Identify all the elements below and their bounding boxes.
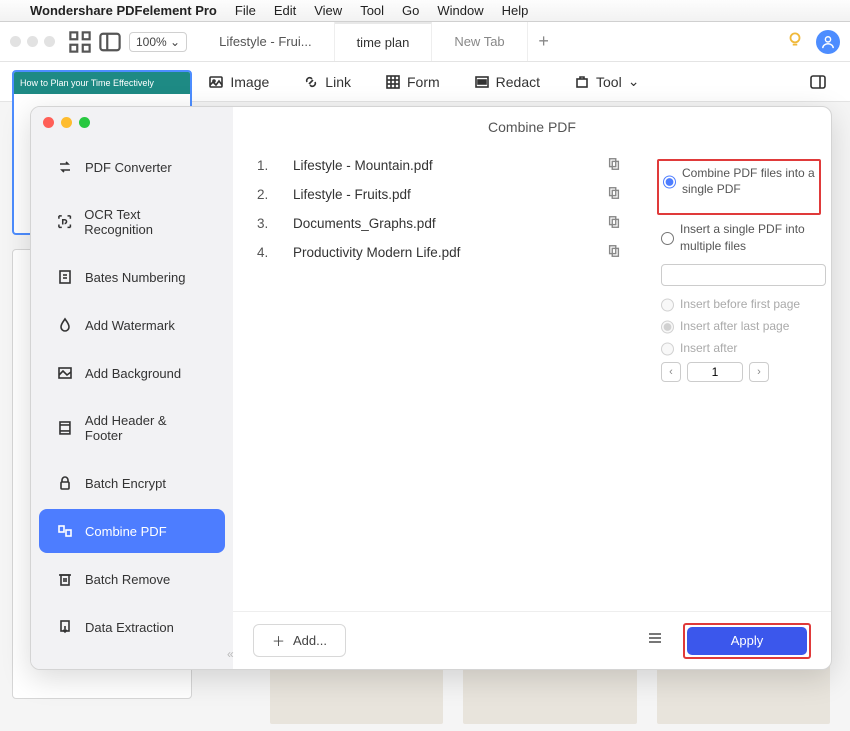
window-topbar: 100% ⌄ Lifestyle - Frui... time plan New…	[0, 22, 850, 62]
app-name[interactable]: Wondershare PDFelement Pro	[30, 3, 217, 18]
option-combine-single[interactable]: Combine PDF files into a single PDF	[663, 165, 815, 197]
extract-icon	[57, 619, 73, 635]
sidebar-item-batch-remove[interactable]: Batch Remove	[39, 557, 225, 601]
redact-tool[interactable]: Redact	[474, 74, 540, 90]
menu-file[interactable]: File	[235, 3, 256, 18]
sidebar-item-ocr[interactable]: OCR Text Recognition	[39, 193, 225, 251]
page-range-icon[interactable]	[607, 244, 627, 261]
file-list: 1. Lifestyle - Mountain.pdf 2. Lifestyle…	[233, 151, 651, 611]
page-range-icon[interactable]	[607, 157, 627, 174]
radio-before	[661, 298, 674, 312]
sidebar-item-combine[interactable]: Combine PDF	[39, 509, 225, 553]
option-insert-multiple[interactable]: Insert a single PDF into multiple files	[661, 221, 817, 253]
user-avatar[interactable]	[816, 30, 840, 54]
menu-help[interactable]: Help	[502, 3, 529, 18]
insert-file-field[interactable]	[661, 264, 826, 286]
file-row[interactable]: 4. Productivity Modern Life.pdf	[257, 238, 627, 267]
option-insert-before: Insert before first page	[661, 296, 817, 312]
right-panel-icon[interactable]	[810, 74, 826, 90]
page-number-input[interactable]	[687, 362, 743, 382]
file-row[interactable]: 1. Lifestyle - Mountain.pdf	[257, 151, 627, 180]
ocr-icon	[57, 214, 72, 230]
combine-icon	[57, 523, 73, 539]
combine-pdf-dialog: PDF Converter OCR Text Recognition Bates…	[30, 106, 832, 670]
menu-tool[interactable]: Tool	[360, 3, 384, 18]
radio-after-last	[661, 320, 674, 334]
combine-options: Combine PDF files into a single PDF Inse…	[651, 151, 831, 611]
background-icon	[57, 365, 73, 381]
sidebar-item-background[interactable]: Add Background	[39, 351, 225, 395]
tab-0[interactable]: Lifestyle - Frui...	[197, 22, 334, 61]
dialog-sidebar: PDF Converter OCR Text Recognition Bates…	[31, 107, 233, 669]
dialog-window-controls[interactable]	[43, 117, 90, 128]
document-tabs: Lifestyle - Frui... time plan New Tab +	[197, 22, 774, 61]
menu-go[interactable]: Go	[402, 3, 419, 18]
chevron-down-icon: ⌄	[628, 73, 640, 90]
radio-insert[interactable]	[661, 223, 674, 253]
dialog-title: Combine PDF	[233, 107, 831, 151]
add-files-button[interactable]: ＋ Add...	[253, 624, 346, 657]
page-stepper: ‹ ›	[661, 362, 817, 382]
tips-icon[interactable]	[786, 30, 804, 53]
page-range-icon[interactable]	[607, 215, 627, 232]
sidebar-item-encrypt[interactable]: Batch Encrypt	[39, 461, 225, 505]
convert-icon	[57, 159, 73, 175]
image-tool[interactable]: Image	[208, 74, 269, 90]
sidebar-toggle-icon[interactable]	[99, 31, 121, 53]
watermark-icon	[57, 317, 73, 333]
menu-edit[interactable]: Edit	[274, 3, 296, 18]
apply-button[interactable]: Apply	[687, 627, 807, 655]
tab-1[interactable]: time plan	[335, 22, 433, 61]
page-range-icon[interactable]	[607, 186, 627, 203]
tool-menu[interactable]: Tool⌄	[574, 73, 639, 90]
bates-icon	[57, 269, 73, 285]
grid-view-icon[interactable]	[69, 31, 91, 53]
zoom-select[interactable]: 100% ⌄	[129, 32, 187, 52]
page-prev-button[interactable]: ‹	[661, 362, 681, 382]
dialog-main: Combine PDF 1. Lifestyle - Mountain.pdf …	[233, 107, 831, 669]
plus-icon: ＋	[272, 631, 285, 650]
sidebar-item-watermark[interactable]: Add Watermark	[39, 303, 225, 347]
add-tab-button[interactable]: +	[528, 22, 560, 61]
sidebar-item-header-footer[interactable]: Add Header & Footer	[39, 399, 225, 457]
remove-icon	[57, 571, 73, 587]
lock-icon	[57, 475, 73, 491]
macos-menubar: Wondershare PDFelement Pro File Edit Vie…	[0, 0, 850, 22]
list-view-icon[interactable]	[647, 630, 663, 651]
sidebar-item-pdf-converter[interactable]: PDF Converter	[39, 145, 225, 189]
form-tool[interactable]: Form	[385, 74, 440, 90]
link-tool[interactable]: Link	[303, 74, 351, 90]
menu-window[interactable]: Window	[437, 3, 483, 18]
radio-after	[661, 342, 674, 356]
page-next-button[interactable]: ›	[749, 362, 769, 382]
option-insert-after-last: Insert after last page	[661, 318, 817, 334]
file-row[interactable]: 2. Lifestyle - Fruits.pdf	[257, 180, 627, 209]
dialog-footer: ＋ Add... Apply	[233, 611, 831, 669]
sidebar-item-bates[interactable]: Bates Numbering	[39, 255, 225, 299]
option-insert-after: Insert after	[661, 340, 817, 356]
radio-combine[interactable]	[663, 167, 676, 197]
menu-view[interactable]: View	[314, 3, 342, 18]
header-footer-icon	[57, 420, 73, 436]
file-row[interactable]: 3. Documents_Graphs.pdf	[257, 209, 627, 238]
sidebar-collapse-icon[interactable]: «	[227, 647, 234, 661]
tab-2[interactable]: New Tab	[432, 22, 527, 61]
sidebar-item-data-extraction[interactable]: Data Extraction	[39, 605, 225, 649]
window-controls[interactable]	[10, 36, 55, 47]
